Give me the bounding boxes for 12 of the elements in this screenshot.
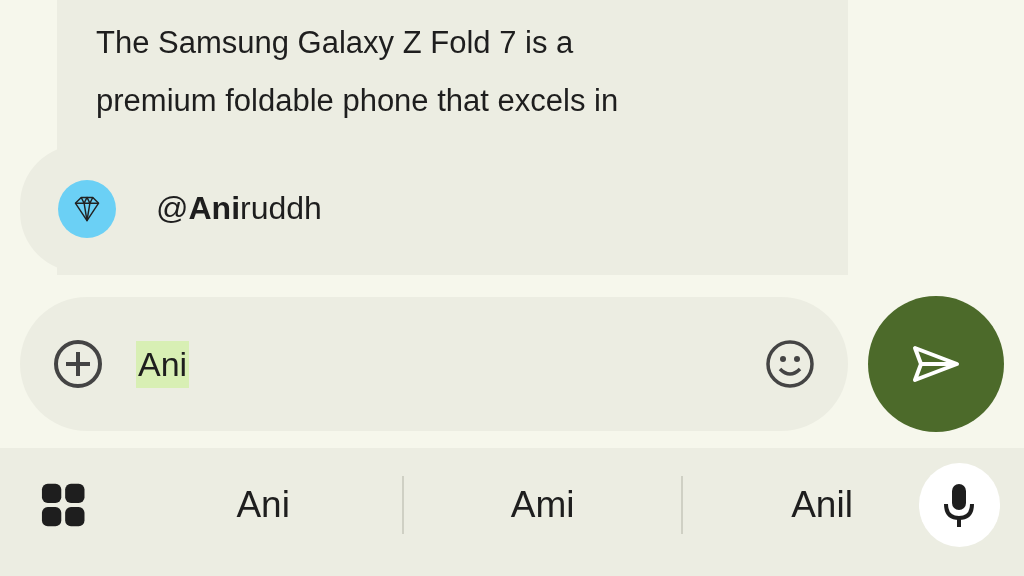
word-suggestion[interactable]: Ani [166,484,360,526]
mention-text: @Aniruddh [156,190,322,227]
message-text: premium foldable phone that excels in [96,82,620,120]
apps-icon[interactable] [40,481,87,529]
word-suggestion[interactable]: Anil [725,484,919,526]
add-icon[interactable] [52,338,104,390]
word-suggestion[interactable]: Ami [445,484,640,526]
message-text: The Samsung Galaxy Z Fold 7 is a [96,24,575,62]
emoji-icon[interactable] [764,338,816,390]
send-icon [911,344,961,384]
typed-text: Ani [136,340,190,388]
message-field[interactable]: Ani [20,297,848,431]
